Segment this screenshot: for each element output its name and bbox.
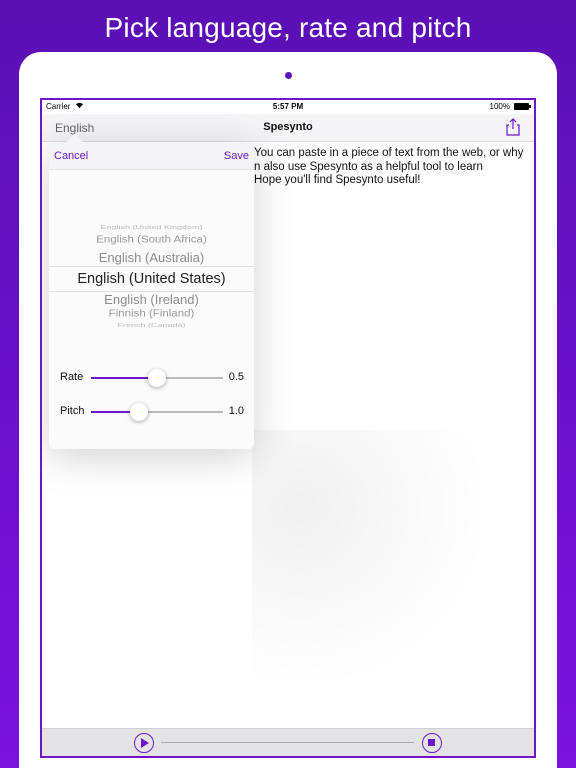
rate-value: 0.5: [228, 371, 244, 383]
pitch-slider[interactable]: [91, 403, 223, 421]
save-button[interactable]: Save: [224, 150, 249, 162]
popover-shadow: [252, 430, 492, 690]
picker-item[interactable]: English (Ireland): [49, 292, 254, 307]
pitch-value: 1.0: [228, 405, 244, 417]
app-title: Spesynto: [263, 121, 313, 133]
share-icon[interactable]: [504, 117, 522, 137]
picker-item[interactable]: English (Australia): [49, 250, 254, 265]
app-screen: Carrier 5:57 PM 100% English Spesynto Yo…: [40, 98, 536, 758]
picker-item[interactable]: French (Canada): [49, 322, 254, 328]
rate-label: Rate: [60, 371, 84, 383]
play-icon[interactable]: [134, 733, 154, 753]
picker-item-selected[interactable]: English (United States): [49, 271, 254, 287]
pitch-label: Pitch: [60, 405, 85, 417]
settings-popover: Cancel Save English (United Kingdom) Eng…: [49, 142, 254, 449]
rate-slider-row: Rate 0.5: [49, 366, 254, 390]
front-camera: [285, 72, 292, 79]
text-line: You can paste in a piece of text from th…: [254, 147, 524, 159]
text-editor[interactable]: You can paste in a piece of text from th…: [254, 147, 534, 188]
language-picker[interactable]: English (United Kingdom) English (South …: [49, 180, 254, 328]
status-bar: Carrier 5:57 PM 100%: [42, 100, 534, 114]
navigation-bar: English Spesynto: [42, 114, 534, 142]
popover-header: Cancel Save: [49, 142, 254, 170]
marketing-headline: Pick language, rate and pitch: [104, 12, 472, 43]
cancel-button[interactable]: Cancel: [54, 150, 88, 162]
battery-percentage: 100%: [489, 102, 510, 111]
rate-slider[interactable]: [91, 369, 223, 387]
playback-progress[interactable]: [161, 742, 414, 743]
pitch-slider-thumb[interactable]: [129, 403, 148, 421]
status-time: 5:57 PM: [272, 102, 304, 111]
text-line: Hope you'll find Spesynto useful!: [254, 174, 421, 186]
picker-item[interactable]: English (South Africa): [49, 235, 254, 245]
stop-icon[interactable]: [422, 733, 442, 753]
playback-toolbar: [42, 728, 534, 756]
battery-icon: [514, 103, 531, 110]
pitch-slider-row: Pitch 1.0: [49, 400, 254, 424]
rate-slider-thumb[interactable]: [148, 369, 166, 387]
picker-item[interactable]: Finnish (Finland): [49, 309, 254, 319]
text-line: n also use Spesynto as a helpful tool to…: [254, 160, 483, 173]
picker-item[interactable]: English (United Kingdom): [49, 224, 254, 230]
